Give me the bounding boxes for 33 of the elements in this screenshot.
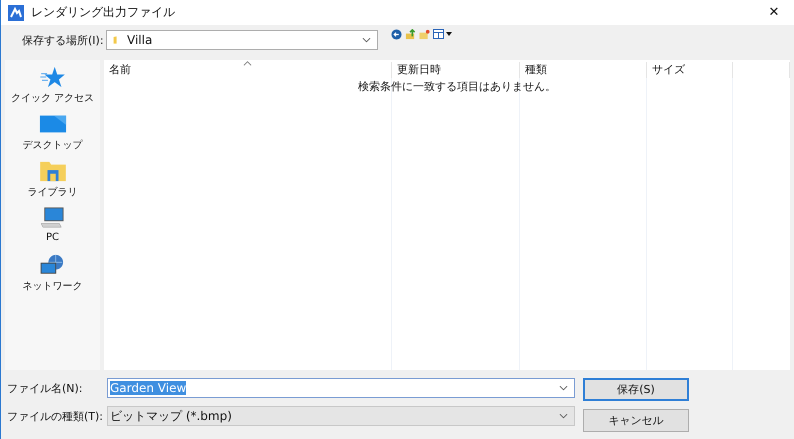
file-type-label: ファイルの種類(T): — [7, 408, 104, 424]
save-button[interactable]: 保存(S) — [583, 378, 689, 401]
cancel-button[interactable]: キャンセル — [583, 409, 689, 432]
chevron-down-icon — [362, 37, 371, 43]
window-title: レンダリング出力ファイル — [31, 4, 176, 21]
sidebar-item[interactable]: デスクトップ — [22, 113, 82, 160]
new-folder-icon[interactable] — [419, 28, 430, 40]
star-icon — [38, 66, 66, 88]
sidebar-item[interactable]: ネットワーク — [22, 254, 82, 301]
column-header[interactable]: 更新日時 — [392, 62, 520, 78]
sort-caret-icon — [242, 61, 252, 66]
sidebar-item[interactable]: ライブラリ — [28, 160, 78, 207]
computer-icon — [38, 207, 66, 229]
chevron-down-icon — [559, 413, 568, 419]
column-header[interactable]: 名前 — [104, 62, 392, 78]
file-type-dropdown[interactable]: ビットマップ (*.bmp) — [107, 406, 575, 426]
view-menu-icon[interactable] — [433, 28, 453, 40]
back-icon[interactable] — [391, 28, 402, 40]
monitor-icon — [38, 113, 66, 135]
close-button[interactable]: ✕ — [754, 0, 794, 25]
up-folder-icon[interactable] — [405, 28, 416, 40]
sidebar-item[interactable]: クイック アクセス — [10, 66, 94, 113]
location-label: 保存する場所(I): — [22, 32, 105, 48]
sidebar-item[interactable]: PC — [38, 207, 66, 254]
column-header[interactable]: サイズ — [647, 62, 733, 78]
location-dropdown[interactable]: Villa — [106, 30, 378, 50]
folder-icon — [113, 34, 119, 46]
chevron-down-icon — [559, 385, 568, 391]
app-logo-icon — [8, 4, 24, 20]
folder-icon — [38, 160, 66, 182]
file-name-label: ファイル名(N): — [7, 380, 84, 396]
column-header[interactable]: 種類 — [520, 62, 647, 78]
empty-message: 検索条件に一致する項目はありません。 — [358, 79, 556, 94]
